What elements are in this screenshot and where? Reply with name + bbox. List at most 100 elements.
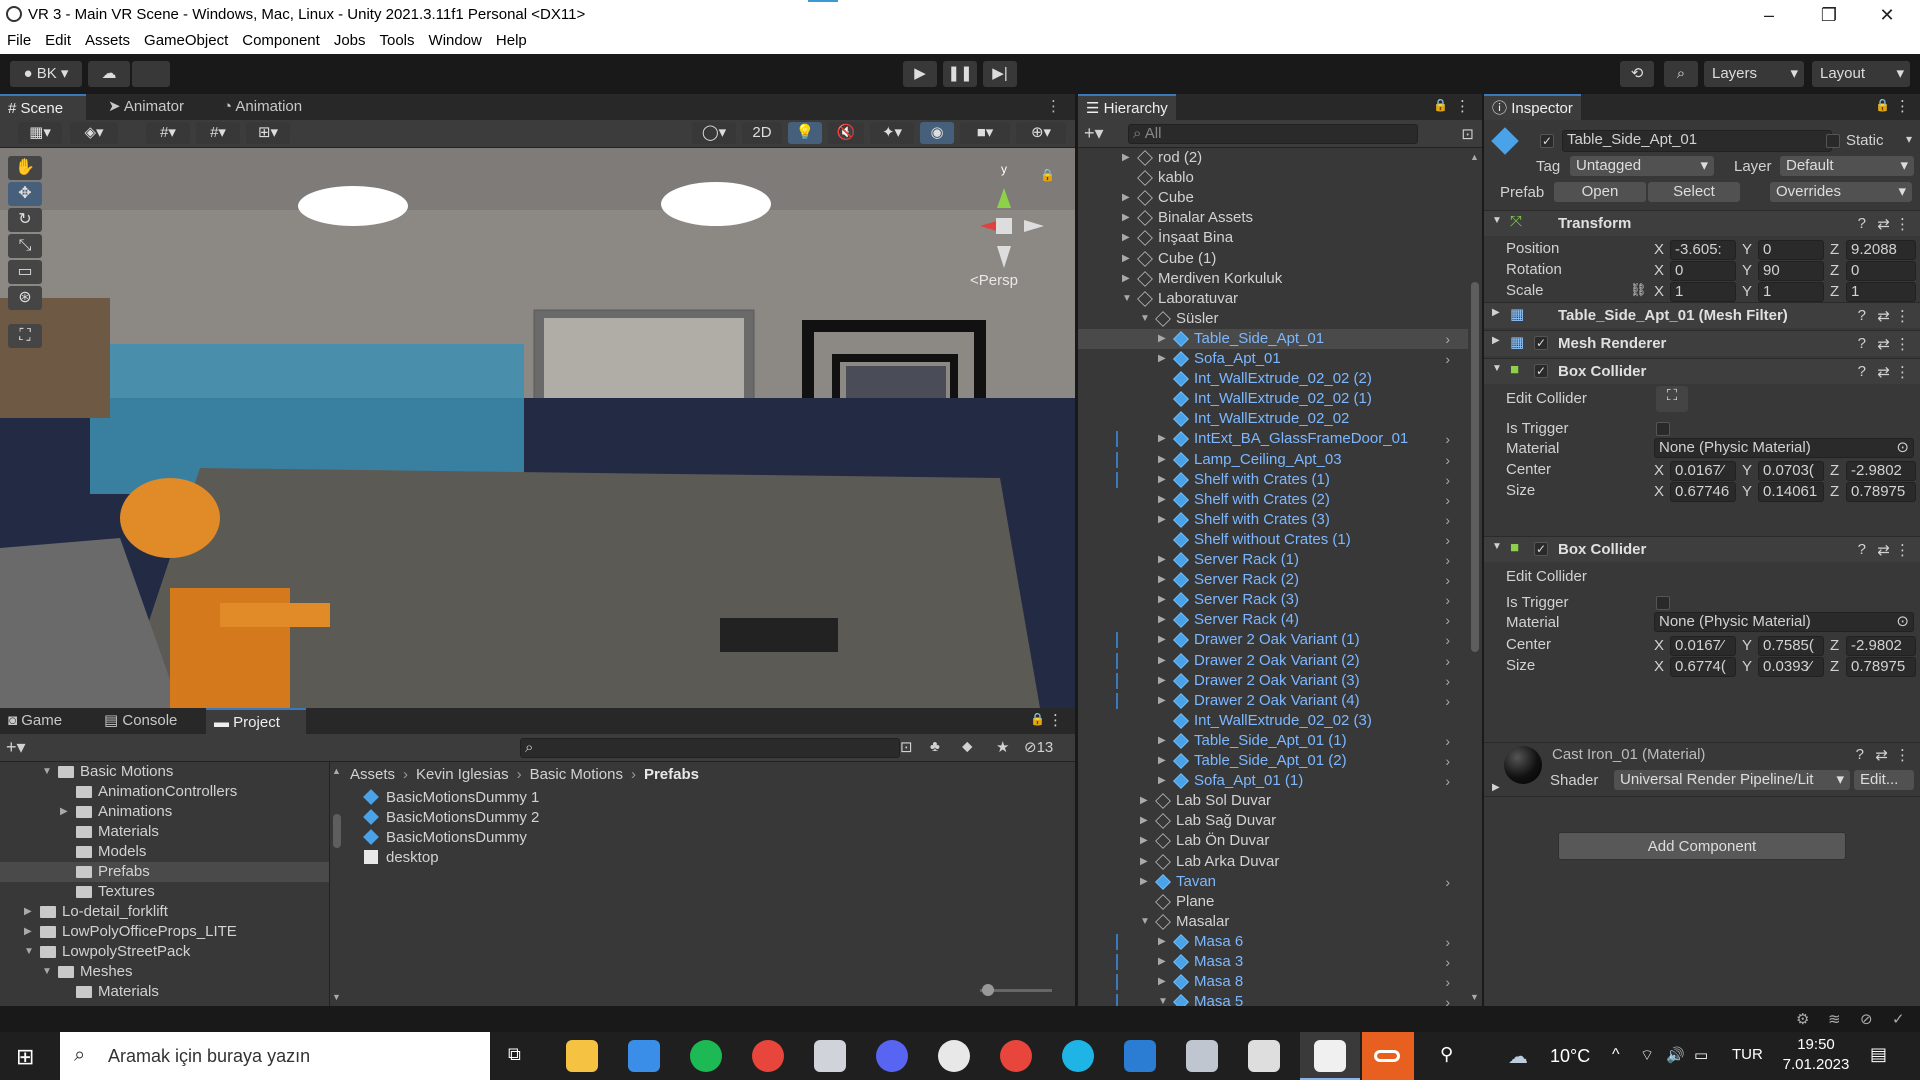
breadcrumb-assets[interactable]: Assets xyxy=(350,766,395,783)
center-z-field[interactable]: -2.9802 xyxy=(1846,461,1916,481)
foldout-collapsed-icon[interactable]: ▶ xyxy=(1122,228,1130,248)
hierarchy-item[interactable]: ▶ Server Rack (4) › xyxy=(1078,610,1468,630)
menu-edit[interactable]: Edit xyxy=(38,30,78,51)
component-menu-icon[interactable]: ⋮ xyxy=(1895,746,1910,764)
material-field[interactable]: None (Physic Material) ⊙ xyxy=(1654,612,1914,632)
open-prefab-arrow-icon[interactable]: › xyxy=(1445,429,1450,449)
hierarchy-item[interactable]: ▶ Merdiven Korkuluk xyxy=(1078,269,1468,289)
collab-button[interactable] xyxy=(132,61,170,87)
2d-toggle[interactable]: 2D xyxy=(742,122,782,144)
tab-animation[interactable]: ◔ Animation xyxy=(215,94,310,120)
taskbar-search-box[interactable]: ⌕ Aramak için buraya yazın xyxy=(60,1032,490,1080)
hierarchy-item[interactable]: ▶ Table_Side_Apt_01 (1) › xyxy=(1078,731,1468,751)
project-folder-item[interactable]: Models xyxy=(0,842,329,862)
open-prefab-arrow-icon[interactable]: › xyxy=(1445,771,1450,791)
help-icon[interactable]: ? xyxy=(1858,307,1866,324)
box-collider-1-enabled-checkbox[interactable]: ✓ xyxy=(1534,364,1548,378)
projection-label[interactable]: <Persp xyxy=(970,272,1018,289)
mesh-filter-header[interactable]: ▶ ▦ Table_Side_Apt_01 (Mesh Filter) ? ⇄ … xyxy=(1484,302,1920,328)
hierarchy-item[interactable]: ▶ rod (2) xyxy=(1078,148,1468,168)
hidden-objects-toggle[interactable]: ◉ xyxy=(920,122,954,144)
tab-inspector[interactable]: ⓘ Inspector xyxy=(1484,94,1581,120)
gizmos-dropdown[interactable]: ⊕▾ xyxy=(1016,122,1066,144)
tab-game[interactable]: ◙ Game xyxy=(0,708,70,734)
tag-dropdown[interactable]: Untagged ▾ xyxy=(1570,156,1714,176)
play-button[interactable]: ▶ xyxy=(903,61,937,87)
hierarchy-scroll-thumb[interactable] xyxy=(1471,282,1479,652)
mesh-renderer-enabled-checkbox[interactable]: ✓ xyxy=(1534,336,1548,350)
component-menu-icon[interactable]: ⋮ xyxy=(1895,363,1910,381)
open-prefab-arrow-icon[interactable]: › xyxy=(1445,731,1450,751)
hierarchy-item[interactable]: ▶ Server Rack (2) › xyxy=(1078,570,1468,590)
notifications-icon[interactable]: ▤ xyxy=(1870,1044,1887,1065)
open-prefab-arrow-icon[interactable]: › xyxy=(1445,490,1450,510)
layer-dropdown[interactable]: Default ▾ xyxy=(1780,156,1914,176)
foldout-collapsed-icon[interactable]: ▶ xyxy=(1158,349,1166,369)
menu-component[interactable]: Component xyxy=(235,30,327,51)
network-icon[interactable]: ⌔ xyxy=(1640,1046,1654,1065)
windows-start-icon[interactable]: ⊞ xyxy=(16,1044,34,1070)
prefab-open-button[interactable]: Open xyxy=(1554,182,1646,202)
project-folder-item[interactable]: ▼ LowpolyStreetPack xyxy=(0,942,329,962)
hierarchy-item[interactable]: ▶ Drawer 2 Oak Variant (1) › xyxy=(1078,630,1468,650)
chevron-down-icon[interactable]: ▾ xyxy=(1906,132,1912,146)
preset-icon[interactable]: ⇄ xyxy=(1877,335,1890,353)
hierarchy-item[interactable]: Int_WallExtrude_02_02 (3) xyxy=(1078,711,1468,731)
size-y-field[interactable]: 0.0393⁄ xyxy=(1758,657,1824,677)
menu-window[interactable]: Window xyxy=(422,30,489,51)
position-z-field[interactable]: 9.2088 xyxy=(1846,240,1916,260)
foldout-collapsed-icon[interactable]: ▶ xyxy=(1158,671,1166,691)
help-icon[interactable]: ? xyxy=(1858,541,1866,558)
hierarchy-item[interactable]: Int_WallExtrude_02_02 (2) xyxy=(1078,369,1468,389)
static-checkbox[interactable] xyxy=(1826,134,1840,148)
menu-file[interactable]: File xyxy=(0,30,38,51)
panel-menu-icon[interactable]: ⋮ xyxy=(1046,97,1061,115)
object-name-input[interactable]: Table_Side_Apt_01 xyxy=(1562,130,1832,152)
hierarchy-item[interactable]: ▶ Masa 8 › xyxy=(1078,972,1468,992)
hierarchy-item[interactable]: ▶ Drawer 2 Oak Variant (2) › xyxy=(1078,651,1468,671)
breadcrumb-prefabs[interactable]: Prefabs xyxy=(644,766,699,783)
hierarchy-item[interactable]: ▶ Cube xyxy=(1078,188,1468,208)
foldout-expanded-icon[interactable]: ▼ xyxy=(1158,992,1168,1006)
is-trigger-checkbox[interactable] xyxy=(1656,596,1670,610)
material-field[interactable]: None (Physic Material) ⊙ xyxy=(1654,438,1914,458)
hierarchy-item[interactable]: ▼ Masa 5 › xyxy=(1078,992,1468,1006)
menu-gameobject[interactable]: GameObject xyxy=(137,30,235,51)
foldout-expanded-icon[interactable]: ▼ xyxy=(1122,289,1132,309)
close-button[interactable]: ✕ xyxy=(1864,2,1910,28)
scale-tool[interactable]: ⤡ xyxy=(8,234,42,258)
microsoft-store-icon[interactable] xyxy=(628,1040,660,1072)
add-object-button[interactable]: +▾ xyxy=(1084,123,1104,144)
hierarchy-item[interactable]: ▶ Masa 6 › xyxy=(1078,932,1468,952)
center-x-field[interactable]: 0.0167⁄ xyxy=(1670,461,1736,481)
lock-icon[interactable]: 🔒 xyxy=(1030,712,1045,726)
rect-tool[interactable]: ▭ xyxy=(8,260,42,284)
transform-header[interactable]: ▼ ⤧ Transform ? ⇄ ⋮ xyxy=(1484,210,1920,236)
hierarchy-scrollbar[interactable]: ▲ ▼ xyxy=(1470,152,1480,1002)
foldout-collapsed-icon[interactable]: ▶ xyxy=(1158,490,1166,510)
preset-icon[interactable]: ⇄ xyxy=(1877,307,1890,325)
foldout-collapsed-icon[interactable]: ▶ xyxy=(1158,952,1166,972)
foldout-collapsed-icon[interactable]: ▶ xyxy=(1158,731,1166,751)
center-y-field[interactable]: 0.7585( xyxy=(1758,636,1824,656)
grid-dropdown[interactable]: #▾ xyxy=(196,122,240,144)
position-x-field[interactable]: -3.605: xyxy=(1670,240,1736,260)
tab-console[interactable]: ▤ Console xyxy=(96,708,185,734)
clock-time[interactable]: 19:50 xyxy=(1776,1036,1856,1053)
search-button[interactable]: ⌕ xyxy=(1664,61,1698,87)
help-icon[interactable]: ? xyxy=(1856,746,1864,763)
battery-icon[interactable]: ▭ xyxy=(1694,1046,1708,1064)
foldout-collapsed-icon[interactable]: ▶ xyxy=(1158,651,1166,671)
hierarchy-item[interactable]: ▶ Lamp_Ceiling_Apt_03 › xyxy=(1078,450,1468,470)
account-dropdown[interactable]: ● BK ▾ xyxy=(10,61,82,87)
foldout-collapsed-icon[interactable]: ▶ xyxy=(1158,450,1166,470)
project-folder-item[interactable]: AnimationControllers xyxy=(0,782,329,802)
xbox-app-icon[interactable] xyxy=(814,1040,846,1072)
preset-icon[interactable]: ⇄ xyxy=(1877,541,1890,559)
input-language[interactable]: TUR xyxy=(1732,1046,1763,1063)
panel-menu-icon[interactable]: ⋮ xyxy=(1895,97,1910,115)
open-prefab-arrow-icon[interactable]: › xyxy=(1445,450,1450,470)
task-view-icon[interactable]: ⧉ xyxy=(508,1044,521,1065)
undo-history-button[interactable]: ⟲ xyxy=(1620,61,1654,87)
foldout-collapsed-icon[interactable]: ▶ xyxy=(1122,148,1130,168)
